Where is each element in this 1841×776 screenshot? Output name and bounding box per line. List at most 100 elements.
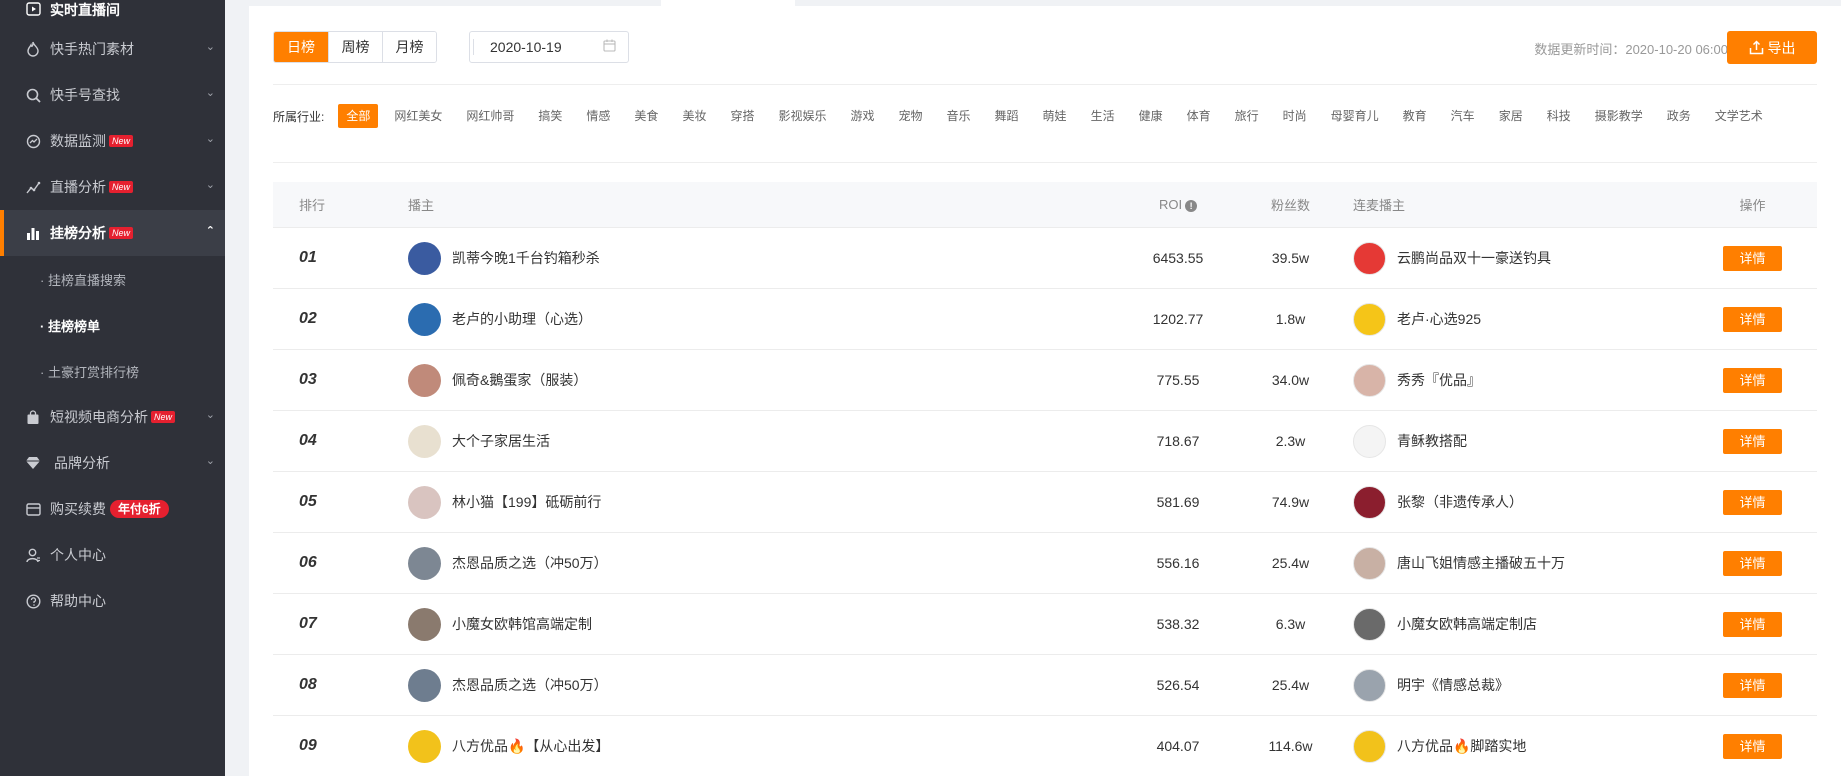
industry-chip[interactable]: 舞蹈 <box>987 104 1027 128</box>
detail-button[interactable]: 详情 <box>1723 306 1782 332</box>
anchor-cell[interactable]: 凯蒂今晚1千台钓箱秒杀 <box>408 241 1113 275</box>
nav-video-ecommerce[interactable]: 短视频电商分析 New ⌄ <box>0 394 225 440</box>
nav-ranking-analysis[interactable]: 挂榜分析 New ⌃ <box>0 210 225 256</box>
tab-daily[interactable]: 日榜 <box>274 32 328 62</box>
anchor-name[interactable]: 凯蒂今晚1千台钓箱秒杀 <box>452 248 600 268</box>
anchor-cell[interactable]: 林小猫【199】砥砺前行 <box>408 485 1113 519</box>
industry-chip[interactable]: 宠物 <box>891 104 931 128</box>
detail-button[interactable]: 详情 <box>1723 611 1782 637</box>
partner-cell[interactable]: 秀秀『优品』 <box>1338 363 1688 397</box>
nav-help-center[interactable]: 帮助中心 <box>0 578 225 624</box>
partner-cell[interactable]: 青稣教搭配 <box>1338 424 1688 458</box>
nav-personal-center[interactable]: 个人中心 <box>0 532 225 578</box>
nav-live-rooms[interactable]: 实时直播间 <box>0 0 225 26</box>
op-cell: 详情 <box>1688 306 1817 332</box>
partner-cell[interactable]: 张黎（非遗传承人） <box>1338 485 1688 519</box>
industry-chip[interactable]: 家居 <box>1491 104 1531 128</box>
anchor-name[interactable]: 大个子家居生活 <box>452 431 550 451</box>
detail-button[interactable]: 详情 <box>1723 550 1782 576</box>
industry-chip[interactable]: 影视娱乐 <box>770 104 834 128</box>
calendar-icon <box>603 39 616 55</box>
partner-name[interactable]: 小魔女欧韩高端定制店 <box>1397 614 1537 634</box>
info-icon[interactable]: ! <box>1185 200 1198 212</box>
industry-chip[interactable]: 全部 <box>338 104 379 128</box>
industry-chip[interactable]: 时尚 <box>1275 104 1315 128</box>
detail-button[interactable]: 详情 <box>1723 672 1782 698</box>
industry-chip[interactable]: 美食 <box>626 104 666 128</box>
partner-cell[interactable]: 云鹏尚品双十一豪送钓具 <box>1338 241 1688 275</box>
industry-chip[interactable]: 摄影教学 <box>1587 104 1651 128</box>
detail-button[interactable]: 详情 <box>1723 245 1782 271</box>
partner-name[interactable]: 明宇《情感总裁》 <box>1397 675 1509 695</box>
partner-cell[interactable]: 明宇《情感总裁》 <box>1338 668 1688 702</box>
detail-button[interactable]: 详情 <box>1723 489 1782 515</box>
subnav-ranking-live-search[interactable]: · 挂榜直播搜索 <box>0 256 225 302</box>
anchor-cell[interactable]: 杰恩品质之选（冲50万） <box>408 668 1113 702</box>
nav-account-search[interactable]: 快手号查找 ⌄ <box>0 72 225 118</box>
industry-chip[interactable]: 情感 <box>578 104 618 128</box>
anchor-cell[interactable]: 杰恩品质之选（冲50万） <box>408 546 1113 580</box>
anchor-name[interactable]: 佩奇&鵝蛋家（服装） <box>452 370 587 390</box>
tab-monthly[interactable]: 月榜 <box>382 32 436 62</box>
partner-cell[interactable]: 小魔女欧韩高端定制店 <box>1338 607 1688 641</box>
nav-brand-analysis[interactable]: 品牌分析 ⌄ <box>0 440 225 486</box>
industry-chip[interactable]: 音乐 <box>939 104 979 128</box>
export-button[interactable]: 导出 <box>1727 31 1817 64</box>
anchor-cell[interactable]: 八方优品🔥【从心出发】 <box>408 729 1113 763</box>
industry-chip[interactable]: 穿搭 <box>722 104 762 128</box>
anchor-name[interactable]: 老卢的小助理（心选） <box>452 309 592 329</box>
industry-chip[interactable]: 教育 <box>1395 104 1435 128</box>
avatar <box>1353 668 1386 702</box>
partner-name[interactable]: 张黎（非遗传承人） <box>1397 492 1523 512</box>
industry-chip[interactable]: 网红帅哥 <box>458 104 522 128</box>
industry-chip[interactable]: 文学艺术 <box>1707 104 1771 128</box>
subnav-ranking-list[interactable]: · 挂榜榜单 <box>0 302 225 348</box>
nav-data-monitor[interactable]: 数据监测 New ⌄ <box>0 118 225 164</box>
industry-chip[interactable]: 体育 <box>1179 104 1219 128</box>
partner-name[interactable]: 唐山飞姐情感主播破五十万 <box>1397 553 1565 573</box>
industry-chip[interactable]: 萌娃 <box>1035 104 1075 128</box>
partner-name[interactable]: 青稣教搭配 <box>1397 431 1467 451</box>
partner-cell[interactable]: 八方优品🔥脚踏实地 <box>1338 729 1688 763</box>
partner-cell[interactable]: 老卢·心选925 <box>1338 302 1688 336</box>
industry-chip[interactable]: 政务 <box>1659 104 1699 128</box>
partner-cell[interactable]: 唐山飞姐情感主播破五十万 <box>1338 546 1688 580</box>
anchor-cell[interactable]: 老卢的小助理（心选） <box>408 302 1113 336</box>
partner-name[interactable]: 秀秀『优品』 <box>1397 370 1481 390</box>
partner-name[interactable]: 八方优品🔥脚踏实地 <box>1397 736 1526 756</box>
anchor-name[interactable]: 小魔女欧韩馆高端定制 <box>452 614 592 634</box>
rank-number: 09 <box>299 737 317 754</box>
industry-chip[interactable]: 健康 <box>1131 104 1171 128</box>
roi-cell: 538.32 <box>1156 616 1200 632</box>
nav-hot-materials[interactable]: 快手热门素材 ⌄ <box>0 26 225 72</box>
industry-chip[interactable]: 搞笑 <box>530 104 570 128</box>
industry-chip[interactable]: 科技 <box>1539 104 1579 128</box>
industry-chip[interactable]: 美妆 <box>674 104 714 128</box>
nav-label: 数据监测 <box>50 133 106 149</box>
industry-chip[interactable]: 网红美女 <box>386 104 450 128</box>
anchor-cell[interactable]: 佩奇&鵝蛋家（服装） <box>408 363 1113 397</box>
op-cell: 详情 <box>1688 428 1817 454</box>
nav-purchase[interactable]: 购买续费 年付6折 <box>0 486 225 532</box>
partner-name[interactable]: 云鹏尚品双十一豪送钓具 <box>1397 248 1551 268</box>
anchor-name[interactable]: 八方优品🔥【从心出发】 <box>452 736 609 756</box>
detail-button[interactable]: 详情 <box>1723 733 1782 759</box>
tab-weekly[interactable]: 周榜 <box>328 32 382 62</box>
anchor-cell[interactable]: 小魔女欧韩馆高端定制 <box>408 607 1113 641</box>
detail-button[interactable]: 详情 <box>1723 428 1782 454</box>
industry-chip[interactable]: 母婴育儿 <box>1323 104 1387 128</box>
rank-cell: 04 <box>273 432 408 450</box>
detail-button[interactable]: 详情 <box>1723 367 1782 393</box>
industry-chip[interactable]: 游戏 <box>842 104 882 128</box>
anchor-cell[interactable]: 大个子家居生活 <box>408 424 1113 458</box>
anchor-name[interactable]: 杰恩品质之选（冲50万） <box>452 675 608 695</box>
industry-chip[interactable]: 旅行 <box>1227 104 1267 128</box>
anchor-name[interactable]: 林小猫【199】砥砺前行 <box>452 492 601 512</box>
anchor-name[interactable]: 杰恩品质之选（冲50万） <box>452 553 608 573</box>
industry-chip[interactable]: 生活 <box>1083 104 1123 128</box>
industry-chip[interactable]: 汽车 <box>1443 104 1483 128</box>
date-picker[interactable]: 2020-10-19 <box>469 31 629 63</box>
subnav-tipping-ranking[interactable]: · 土豪打赏排行榜 <box>0 348 225 394</box>
partner-name[interactable]: 老卢·心选925 <box>1397 309 1481 329</box>
nav-live-analysis[interactable]: 直播分析 New ⌄ <box>0 164 225 210</box>
